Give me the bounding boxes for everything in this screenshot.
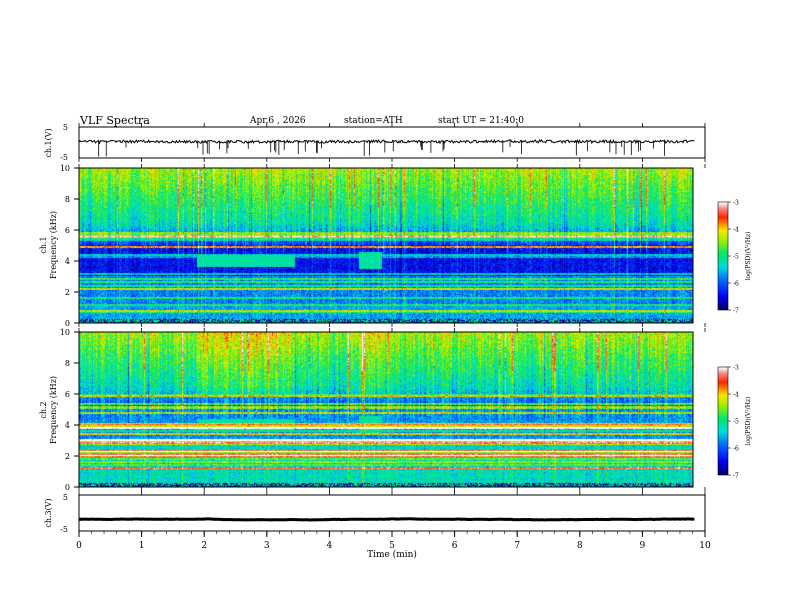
ch2-colorbar-gradient: [718, 367, 728, 475]
ch2-spectrogram-yticks: 0 2 4 6 8 10: [60, 328, 79, 492]
ch1-colorbar-label: log(PSD)(V²/Hz): [745, 232, 752, 281]
spectrogram-ytick-label: 6: [65, 226, 70, 235]
colorbar-tick-label: -7: [733, 473, 739, 480]
ch3-waveform-frame: [78, 494, 706, 532]
ch2-spectrogram-image: [79, 332, 693, 487]
ch2-spectrogram-ylabel-channel: ch.2: [39, 401, 48, 418]
figure-title: VLF Spectra: [79, 114, 150, 127]
x-axis-tick-label: 7: [514, 541, 520, 551]
ch2-colorbar-container: [718, 367, 728, 475]
station-label: station=ATH: [344, 116, 403, 126]
colorbar-tick-label: -6: [733, 446, 739, 453]
ch1-waveform-panel: 5 -5 ch.1(V): [44, 123, 706, 162]
ch1-spectrogram-yticks: 0 2 4 6 8 10: [60, 164, 79, 328]
spectrogram-ytick-label: 8: [65, 195, 70, 204]
colorbar-tick-label: -5: [733, 254, 739, 261]
spectrogram-ytick-label: 6: [65, 390, 70, 399]
ch3-waveform-panel: 5 -5 ch.3(V): [44, 493, 706, 534]
x-axis-tick-label: 0: [76, 541, 82, 551]
x-axis-tick-label: 2: [201, 541, 207, 551]
spectrogram-ytick-label: 8: [65, 359, 70, 368]
x-axis-tick-label: 4: [327, 541, 333, 551]
x-axis-label: Time (min): [367, 549, 417, 560]
colorbar-tick-label: -3: [733, 365, 739, 372]
ch2-spectrogram-panel: 0 2 4 6 8 10 ch.2 Frequency (kHz): [39, 328, 694, 492]
ch1-spectrogram-image: [79, 168, 693, 323]
ch1-colorbar-ticks: -3 -4 -5 -6 -7: [728, 200, 739, 315]
ch3-waveform-ylabel: ch.3(V): [44, 498, 53, 527]
x-axis-tick-label: 6: [452, 541, 458, 551]
spectrogram-ytick-label: 4: [65, 257, 70, 266]
colorbar-tick-label: -6: [733, 281, 739, 288]
ch3-ytick-bottom: -5: [60, 525, 68, 534]
ch1-spectrogram-panel: 0 2 4 6 8 10 ch.1 Frequency (kHz): [39, 164, 694, 328]
ch2-colorbar-label: log(PSD)(V²/Hz): [745, 397, 752, 446]
spectrogram-ytick-label: 0: [65, 483, 70, 492]
ch1-colorbar: -3 -4 -5 -6 -7 log(PSD)(V²/Hz): [717, 200, 752, 315]
colorbar-tick-label: -4: [733, 392, 739, 399]
spectrogram-ytick-label: 0: [65, 319, 70, 328]
ch1-spectrogram-ylabel-channel: ch.1: [39, 236, 48, 253]
ch1-spectrogram-ylabel-frequency: Frequency (kHz): [49, 211, 58, 279]
colorbar-tick-label: -4: [733, 227, 739, 234]
x-axis-tick-label: 10: [699, 541, 711, 551]
ch2-colorbar-ticks: -3 -4 -5 -6 -7: [728, 365, 739, 480]
ch1-colorbar-container: [718, 202, 728, 310]
colorbar-tick-label: -5: [733, 419, 739, 426]
ch3-waveform-line: [79, 517, 695, 522]
ch3-ytick-top: 5: [63, 493, 68, 502]
x-axis-tick-label: 8: [577, 541, 583, 551]
vlf-figure: VLF Spectra Apr.6 , 2026 station=ATH sta…: [39, 114, 752, 560]
ch1-spectrogram-container: [79, 168, 693, 323]
ch1-ytick-bottom: -5: [60, 153, 68, 162]
ch1-waveform-line: [78, 138, 695, 145]
spectrogram-ytick-label: 10: [60, 328, 70, 337]
x-axis-tick-label: 3: [264, 541, 270, 551]
ch2-colorbar: -3 -4 -5 -6 -7 log(PSD)(V²/Hz): [717, 365, 752, 480]
spectrogram-ytick-label: 2: [65, 452, 70, 461]
ch1-colorbar-gradient: [718, 202, 728, 310]
start-time-label: start UT = 21:40:0: [438, 116, 524, 126]
ch2-spectrogram-container: [79, 332, 693, 487]
ch1-waveform-ylabel: ch.1(V): [44, 128, 53, 157]
colorbar-tick-label: -3: [733, 200, 739, 207]
x-axis-tick-label: 9: [640, 541, 646, 551]
x-axis-tick-label: 1: [139, 541, 145, 551]
spectrogram-ytick-label: 10: [60, 164, 70, 173]
colorbar-tick-label: -7: [733, 308, 739, 315]
spectrogram-ytick-label: 2: [65, 288, 70, 297]
spectrogram-ytick-label: 4: [65, 421, 70, 430]
ch2-spectrogram-ylabel-frequency: Frequency (kHz): [49, 376, 58, 444]
date-label: Apr.6 , 2026: [249, 116, 306, 126]
ch1-ytick-top: 5: [63, 123, 68, 132]
